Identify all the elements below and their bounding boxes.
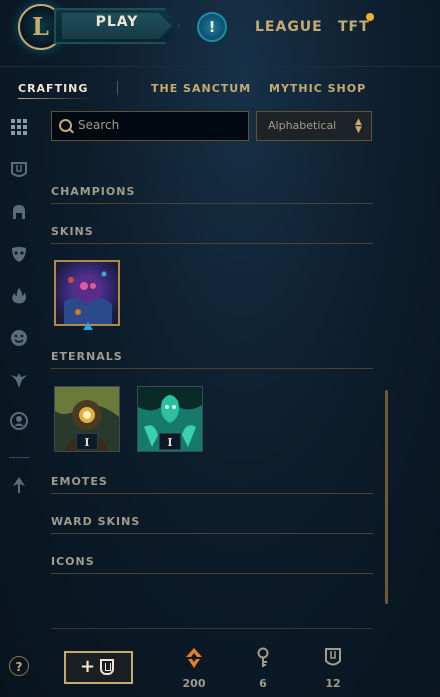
orange-essence-icon: [186, 648, 202, 668]
section-divider: [51, 203, 373, 204]
alert-icon[interactable]: !: [197, 12, 227, 42]
sort-selected: Alphabetical: [268, 119, 337, 132]
skin-rarity-marker: [83, 322, 93, 330]
section-divider: [51, 533, 373, 534]
section-champions[interactable]: CHAMPIONS: [51, 185, 135, 198]
section-divider: [51, 243, 373, 244]
smiley-icon[interactable]: [10, 329, 28, 347]
chest-count: 12: [325, 677, 341, 690]
key-icon: [257, 647, 269, 667]
skin-art: [56, 262, 118, 324]
help-icon[interactable]: ?: [9, 656, 29, 676]
section-eternals[interactable]: ETERNALS: [51, 350, 123, 363]
sidebar-divider: [9, 457, 29, 458]
ward-icon[interactable]: [10, 371, 28, 389]
play-button-label: PLAY: [95, 14, 139, 30]
footer-divider: [51, 628, 373, 629]
section-divider: [51, 573, 373, 574]
section-divider: [51, 493, 373, 494]
chest-icon[interactable]: [10, 161, 28, 179]
grid-icon[interactable]: [10, 118, 28, 136]
arrow-icon[interactable]: [10, 476, 28, 494]
eternal-tile[interactable]: I: [54, 386, 120, 452]
subnav-divider: [117, 81, 118, 95]
nav-tft[interactable]: TFT: [338, 19, 370, 35]
eternal-count: I: [159, 433, 181, 450]
search-input[interactable]: [78, 118, 238, 132]
orange-essence-count: 200: [182, 677, 206, 690]
tab-crafting[interactable]: CRAFTING: [18, 82, 88, 95]
add-chest-button[interactable]: +: [64, 651, 133, 684]
header-divider: [0, 66, 440, 67]
chest-icon: [325, 648, 341, 666]
play-button[interactable]: PLAY: [54, 8, 180, 44]
search-icon: [59, 119, 72, 132]
chest-icon: [100, 659, 114, 675]
eternal-count: I: [76, 433, 98, 450]
nav-league[interactable]: LEAGUE: [255, 19, 323, 35]
flame-icon[interactable]: [10, 287, 28, 305]
eternal-tile[interactable]: I: [137, 386, 203, 452]
section-emotes[interactable]: EMOTES: [51, 475, 108, 488]
section-icons[interactable]: ICONS: [51, 555, 95, 568]
helmet-icon[interactable]: [10, 203, 28, 221]
scrollbar-thumb[interactable]: [385, 390, 388, 604]
section-divider: [51, 368, 373, 369]
chevron-up-down-icon: ▲ ▼: [355, 117, 362, 135]
profile-icon[interactable]: [10, 412, 28, 430]
mask-icon[interactable]: [10, 245, 28, 263]
top-bar: L PLAY ! LEAGUE TFT: [0, 0, 440, 60]
notification-dot: [366, 13, 374, 21]
active-tab-underline: [18, 98, 90, 99]
key-count: 6: [259, 677, 267, 690]
sort-dropdown[interactable]: Alphabetical ▲ ▼: [256, 111, 372, 141]
skin-tile[interactable]: [54, 260, 120, 326]
search-box: [51, 111, 249, 141]
tab-the-sanctum[interactable]: THE SANCTUM: [151, 82, 251, 95]
section-ward-skins[interactable]: WARD SKINS: [51, 515, 140, 528]
tab-mythic-shop[interactable]: MYTHIC SHOP: [269, 82, 366, 95]
section-skins[interactable]: SKINS: [51, 225, 94, 238]
plus-icon: +: [80, 656, 96, 677]
